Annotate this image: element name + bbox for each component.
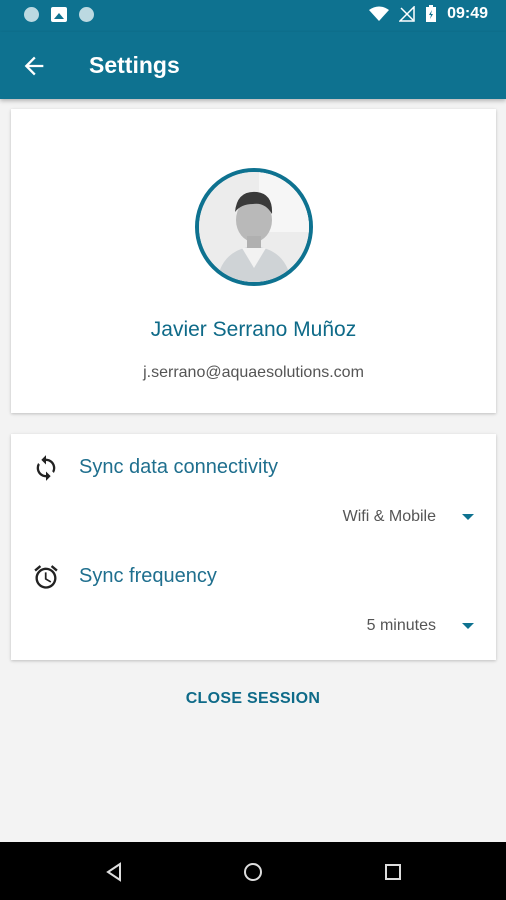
system-navigation-bar — [0, 842, 506, 900]
home-nav-icon[interactable] — [241, 860, 265, 884]
sync-icon — [36, 455, 56, 481]
notification-dot-icon — [24, 7, 39, 22]
image-notification-icon — [51, 7, 67, 22]
dropdown-arrow-icon — [462, 623, 474, 629]
dropdown-arrow-icon — [462, 514, 474, 520]
sync-frequency-label: Sync frequency — [79, 565, 217, 587]
status-bar: 09:49 — [0, 0, 506, 32]
profile-card: Javier Serrano Muñoz j.serrano@aquaesolu… — [11, 109, 496, 413]
back-arrow-icon[interactable] — [20, 52, 48, 80]
battery-charging-icon — [426, 5, 437, 22]
recents-nav-icon[interactable] — [381, 860, 405, 884]
back-nav-icon[interactable] — [102, 860, 126, 884]
wifi-icon — [369, 6, 390, 21]
avatar-photo — [199, 172, 309, 282]
sync-frequency-select[interactable]: 5 minutes — [367, 617, 474, 635]
avatar — [195, 168, 313, 286]
sync-connectivity-label: Sync data connectivity — [79, 456, 278, 478]
notification-dot-icon — [79, 7, 94, 22]
profile-name: Javier Serrano Muñoz — [150, 318, 357, 341]
notification-icons — [24, 7, 94, 22]
sync-connectivity-select[interactable]: Wifi & Mobile — [343, 508, 474, 526]
sync-connectivity-value: Wifi & Mobile — [342, 508, 436, 525]
system-status: 09:49 — [369, 5, 488, 23]
clock-time: 09:49 — [447, 5, 488, 22]
no-signal-icon — [399, 6, 415, 22]
sync-frequency-value: 5 minutes — [366, 617, 436, 634]
page-title: Settings — [89, 52, 180, 78]
sync-settings-card: Sync data connectivity Wifi & Mobile Syn… — [11, 434, 496, 660]
profile-email: j.serrano@aquaesolutions.com — [143, 364, 364, 381]
close-session-button[interactable]: CLOSE SESSION — [0, 690, 506, 708]
alarm-clock-icon — [34, 565, 58, 589]
app-bar: Settings — [0, 32, 506, 99]
